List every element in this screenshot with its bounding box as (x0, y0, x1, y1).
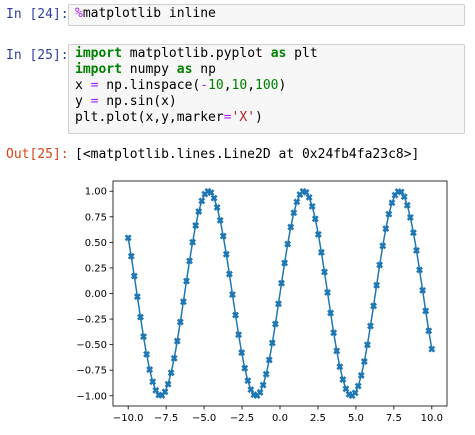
x-tick-label: −7.5 (154, 413, 178, 424)
sine-plot: −10.0 −7.5 −5.0 −2.5 0.0 2.5 5.0 7.5 10.0 1.00 0.7… (76, 180, 448, 424)
x-tick-label: 10.0 (421, 413, 443, 424)
x-tick-label: 2.5 (310, 413, 326, 424)
y-tick-label: 1.00 (85, 187, 107, 198)
x-tick-label: 0.0 (272, 413, 288, 424)
x-tick-label: −10.0 (113, 413, 144, 424)
x-tick-label: 7.5 (386, 413, 402, 424)
y-tick-label: 0.75 (85, 212, 107, 223)
x-tick-label: 5.0 (348, 413, 364, 424)
y-tick-label: −0.50 (76, 340, 107, 351)
x-tick-label: −2.5 (230, 413, 254, 424)
y-tick-label: 0.50 (85, 238, 107, 249)
y-tick-label: −0.25 (76, 315, 107, 326)
y-tick-label: 0.00 (85, 289, 107, 300)
y-tick-label: 0.25 (85, 263, 107, 274)
y-tick-label: −0.75 (76, 366, 107, 377)
x-tick-label: −5.0 (192, 413, 216, 424)
y-tick-label: −1.00 (76, 391, 107, 402)
